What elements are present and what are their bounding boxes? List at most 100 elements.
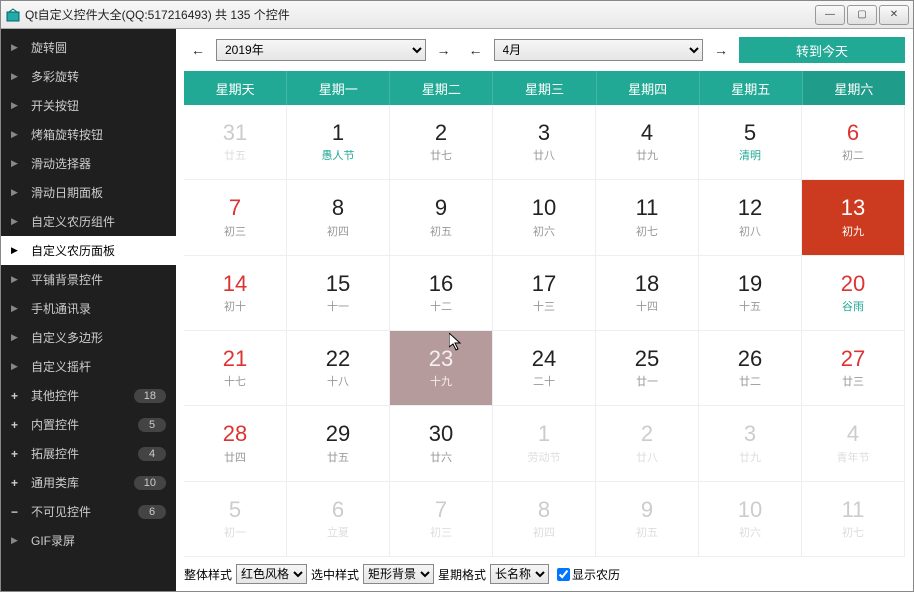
day-cell-24[interactable]: 24二十 (493, 331, 596, 406)
day-cell-10[interactable]: 10初六 (493, 180, 596, 255)
day-cell-17[interactable]: 17十三 (493, 256, 596, 331)
day-cell-36[interactable]: 6立夏 (287, 482, 390, 557)
day-cell-30[interactable]: 30廿六 (390, 406, 493, 481)
maximize-button[interactable]: ▢ (847, 5, 877, 25)
day-lunar: 十四 (636, 298, 658, 314)
day-cell-28[interactable]: 28廿四 (184, 406, 287, 481)
sidebar-item-16[interactable]: −不可见控件6 (1, 497, 176, 526)
sidebar-item-label: 烤箱旋转按钮 (31, 126, 166, 143)
day-cell-6[interactable]: 6初二 (802, 105, 905, 180)
sidebar-item-3[interactable]: ▶烤箱旋转按钮 (1, 120, 176, 149)
day-number: 8 (332, 196, 344, 220)
sidebar-item-9[interactable]: ▶手机通讯录 (1, 294, 176, 323)
day-cell-34[interactable]: 4青年节 (802, 406, 905, 481)
day-cell-16[interactable]: 16十二 (390, 256, 493, 331)
selected-style-label: 选中样式 (311, 566, 359, 583)
sidebar-item-10[interactable]: ▶自定义多边形 (1, 323, 176, 352)
prev-year-button[interactable]: ← (184, 38, 212, 62)
year-select[interactable]: 2019年 (216, 39, 426, 61)
show-lunar-input[interactable] (557, 568, 570, 581)
day-cell-18[interactable]: 18十四 (596, 256, 699, 331)
day-cell-20[interactable]: 20谷雨 (802, 256, 905, 331)
sidebar-item-label: 旋转圆 (31, 39, 166, 56)
day-cell-31[interactable]: 1劳动节 (493, 406, 596, 481)
sidebar-item-12[interactable]: +其他控件18 (1, 381, 176, 410)
month-select[interactable]: 4月 (494, 39, 704, 61)
goto-today-button[interactable]: 转到今天 (739, 37, 905, 63)
sidebar-item-8[interactable]: ▶平铺背景控件 (1, 265, 176, 294)
day-cell-32[interactable]: 2廿八 (596, 406, 699, 481)
day-cell-4[interactable]: 4廿九 (596, 105, 699, 180)
arrow-icon: ▶ (11, 158, 23, 169)
day-cell-15[interactable]: 15十一 (287, 256, 390, 331)
sidebar-item-14[interactable]: +拓展控件4 (1, 439, 176, 468)
day-cell-27[interactable]: 27廿三 (802, 331, 905, 406)
sidebar-item-6[interactable]: ▶自定义农历组件 (1, 207, 176, 236)
sidebar-item-17[interactable]: ▶GIF录屏 (1, 526, 176, 555)
day-cell-19[interactable]: 19十五 (699, 256, 802, 331)
day-cell-0[interactable]: 31廿五 (184, 105, 287, 180)
sidebar-item-5[interactable]: ▶滑动日期面板 (1, 178, 176, 207)
day-cell-5[interactable]: 5清明 (699, 105, 802, 180)
sidebar-item-label: 拓展控件 (31, 445, 138, 462)
day-cell-26[interactable]: 26廿二 (699, 331, 802, 406)
sidebar-item-13[interactable]: +内置控件5 (1, 410, 176, 439)
day-cell-13[interactable]: 13初九 (802, 180, 905, 255)
sidebar-item-0[interactable]: ▶旋转圆 (1, 33, 176, 62)
day-cell-22[interactable]: 22十八 (287, 331, 390, 406)
day-cell-21[interactable]: 21十七 (184, 331, 287, 406)
day-cell-25[interactable]: 25廿一 (596, 331, 699, 406)
prev-month-button[interactable]: ← (462, 38, 490, 62)
day-number: 24 (532, 347, 556, 371)
sidebar-item-4[interactable]: ▶滑动选择器 (1, 149, 176, 178)
close-button[interactable]: ✕ (879, 5, 909, 25)
day-cell-1[interactable]: 1愚人节 (287, 105, 390, 180)
day-lunar: 廿七 (430, 147, 452, 163)
day-cell-40[interactable]: 10初六 (699, 482, 802, 557)
selected-style-select[interactable]: 矩形背景 (363, 564, 434, 584)
next-year-button[interactable]: → (430, 38, 458, 62)
day-cell-39[interactable]: 9初五 (596, 482, 699, 557)
day-cell-37[interactable]: 7初三 (390, 482, 493, 557)
day-cell-35[interactable]: 5初一 (184, 482, 287, 557)
day-number: 5 (744, 121, 756, 145)
show-lunar-checkbox[interactable]: 显示农历 (557, 566, 620, 583)
minimize-button[interactable]: — (815, 5, 845, 25)
day-cell-23[interactable]: 23十九 (390, 331, 493, 406)
collapse-icon: − (11, 505, 23, 519)
day-cell-8[interactable]: 8初四 (287, 180, 390, 255)
day-lunar: 愚人节 (322, 147, 355, 163)
day-cell-29[interactable]: 29廿五 (287, 406, 390, 481)
sidebar-item-11[interactable]: ▶自定义摇杆 (1, 352, 176, 381)
day-cell-41[interactable]: 11初七 (802, 482, 905, 557)
sidebar-item-15[interactable]: +通用类库10 (1, 468, 176, 497)
day-cell-12[interactable]: 12初八 (699, 180, 802, 255)
overall-style-select[interactable]: 红色风格 (236, 564, 307, 584)
day-number: 10 (532, 196, 556, 220)
day-cell-3[interactable]: 3廿八 (493, 105, 596, 180)
day-lunar: 初八 (739, 223, 761, 239)
day-lunar: 廿九 (739, 449, 761, 465)
next-month-button[interactable]: → (707, 38, 735, 62)
day-cell-11[interactable]: 11初七 (596, 180, 699, 255)
sidebar-item-1[interactable]: ▶多彩旋转 (1, 62, 176, 91)
day-lunar: 廿五 (327, 449, 349, 465)
sidebar-item-7[interactable]: ▶自定义农历面板 (1, 236, 176, 265)
day-cell-9[interactable]: 9初五 (390, 180, 493, 255)
day-lunar: 十三 (533, 298, 555, 314)
sidebar-item-label: 手机通讯录 (31, 300, 166, 317)
sidebar-item-2[interactable]: ▶开关按钮 (1, 91, 176, 120)
day-cell-38[interactable]: 8初四 (493, 482, 596, 557)
sidebar[interactable]: ▶旋转圆▶多彩旋转▶开关按钮▶烤箱旋转按钮▶滑动选择器▶滑动日期面板▶自定义农历… (1, 29, 176, 591)
week-format-label: 星期格式 (438, 566, 486, 583)
day-cell-2[interactable]: 2廿七 (390, 105, 493, 180)
titlebar: Qt自定义控件大全(QQ:517216493) 共 135 个控件 — ▢ ✕ (1, 1, 913, 29)
week-format-select[interactable]: 长名称 (490, 564, 549, 584)
day-cell-7[interactable]: 7初三 (184, 180, 287, 255)
day-cell-33[interactable]: 3廿九 (699, 406, 802, 481)
arrow-icon: ▶ (11, 535, 23, 546)
day-lunar: 十七 (224, 373, 246, 389)
day-cell-14[interactable]: 14初十 (184, 256, 287, 331)
day-lunar: 初三 (430, 524, 452, 540)
day-number: 11 (636, 196, 659, 220)
